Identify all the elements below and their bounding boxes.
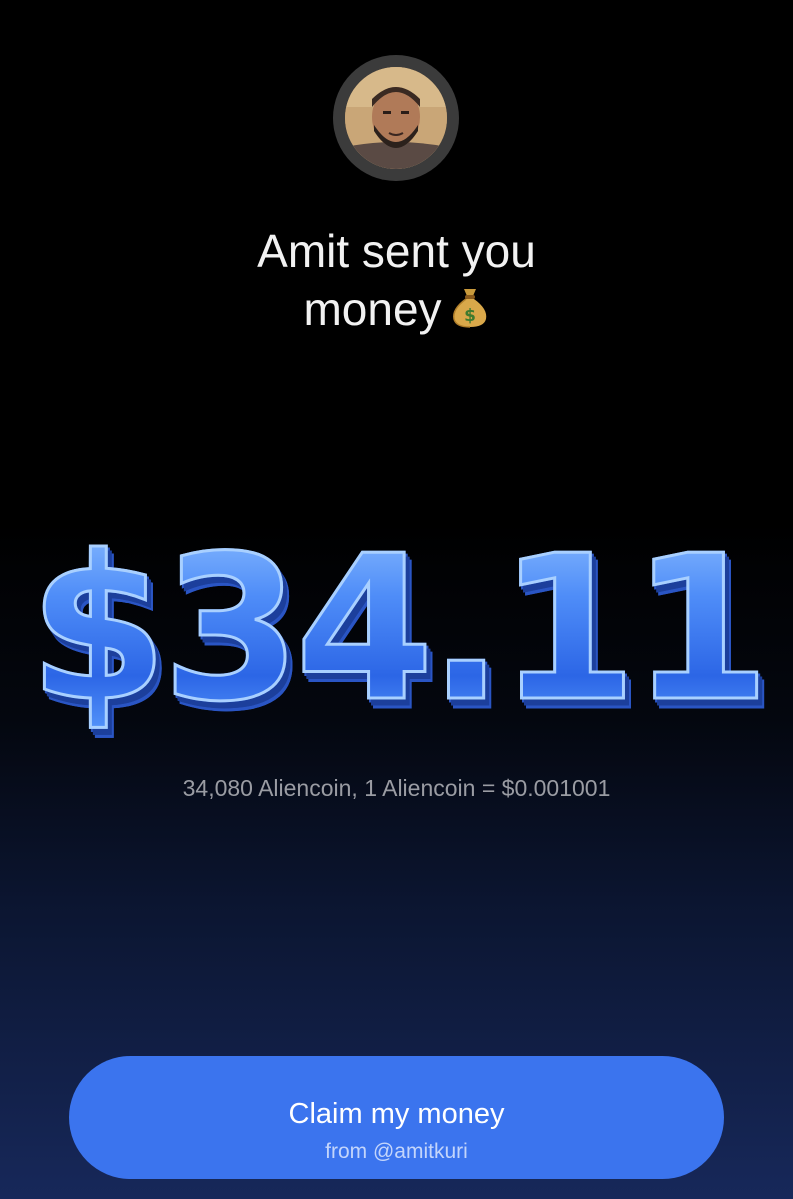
svg-text:$: $ [464,306,476,326]
headline-line-2-text: money [303,283,442,335]
claim-button-label: Claim my money [288,1098,505,1130]
user-avatar-photo [345,67,447,169]
headline-line-2: money $ [0,280,793,342]
claim-button-sender: from @amitkuri [325,1140,468,1163]
avatar-ring [333,55,459,181]
claim-money-button[interactable]: Claim my money from @amitkuri [69,1056,724,1179]
transfer-amount: $34.11 [0,513,793,746]
page-title: Amit sent you money $ [0,222,793,342]
headline-line-1: Amit sent you [257,225,536,277]
money-bag-icon: $ [450,284,490,342]
conversion-rate-text: 34,080 Aliencoin, 1 Aliencoin = $0.00100… [182,775,611,801]
user-avatar [345,67,447,169]
